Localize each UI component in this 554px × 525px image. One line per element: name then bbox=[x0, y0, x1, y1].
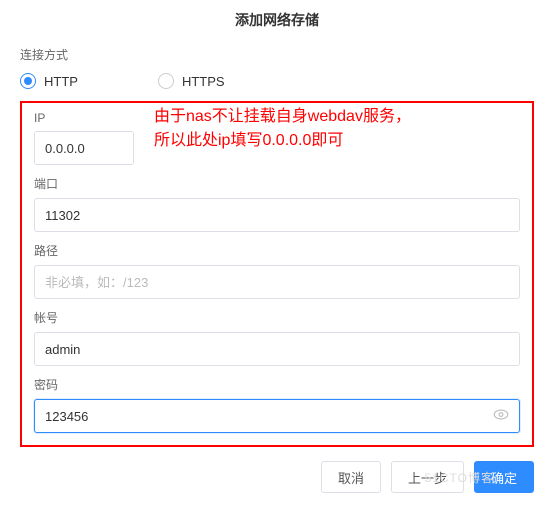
radio-https[interactable]: HTTPS bbox=[158, 73, 225, 89]
radio-https-label: HTTPS bbox=[182, 74, 225, 89]
add-network-storage-dialog: 添加网络存储 连接方式 HTTP HTTPS IP 由于nas不让挂载自身web… bbox=[0, 0, 554, 507]
cancel-button[interactable]: 取消 bbox=[321, 461, 381, 493]
account-input[interactable] bbox=[34, 332, 520, 366]
radio-icon-unchecked bbox=[158, 73, 174, 89]
annotation-line2: 所以此处ip填写0.0.0.0即可 bbox=[154, 129, 411, 153]
radio-http[interactable]: HTTP bbox=[20, 73, 78, 89]
password-input[interactable] bbox=[34, 399, 520, 433]
ip-input[interactable] bbox=[34, 131, 134, 165]
prev-button[interactable]: 上一步 bbox=[391, 461, 464, 493]
port-label: 端口 bbox=[34, 175, 520, 192]
port-input[interactable] bbox=[34, 198, 520, 232]
path-label: 路径 bbox=[34, 242, 520, 259]
field-account: 帐号 bbox=[34, 309, 520, 366]
account-label: 帐号 bbox=[34, 309, 520, 326]
eye-icon[interactable] bbox=[492, 406, 510, 427]
field-path: 路径 bbox=[34, 242, 520, 299]
dialog-content: 连接方式 HTTP HTTPS IP 由于nas不让挂载自身webdav服务， … bbox=[0, 46, 554, 447]
dialog-footer: 51CTO博客 取消 上一步 确定 bbox=[0, 447, 554, 507]
dialog-title: 添加网络存储 bbox=[0, 0, 554, 46]
password-label: 密码 bbox=[34, 376, 520, 393]
ip-label: IP bbox=[34, 111, 520, 125]
radio-icon-checked bbox=[20, 73, 36, 89]
ok-button[interactable]: 确定 bbox=[474, 461, 534, 493]
path-input[interactable] bbox=[34, 265, 520, 299]
field-port: 端口 bbox=[34, 175, 520, 232]
form-highlighted-box: IP 由于nas不让挂载自身webdav服务， 所以此处ip填写0.0.0.0即… bbox=[20, 101, 534, 447]
connection-radio-group: HTTP HTTPS bbox=[20, 73, 534, 89]
field-ip: IP 由于nas不让挂载自身webdav服务， 所以此处ip填写0.0.0.0即… bbox=[34, 111, 520, 165]
field-password: 密码 bbox=[34, 376, 520, 433]
radio-http-label: HTTP bbox=[44, 74, 78, 89]
connection-label: 连接方式 bbox=[20, 46, 534, 63]
